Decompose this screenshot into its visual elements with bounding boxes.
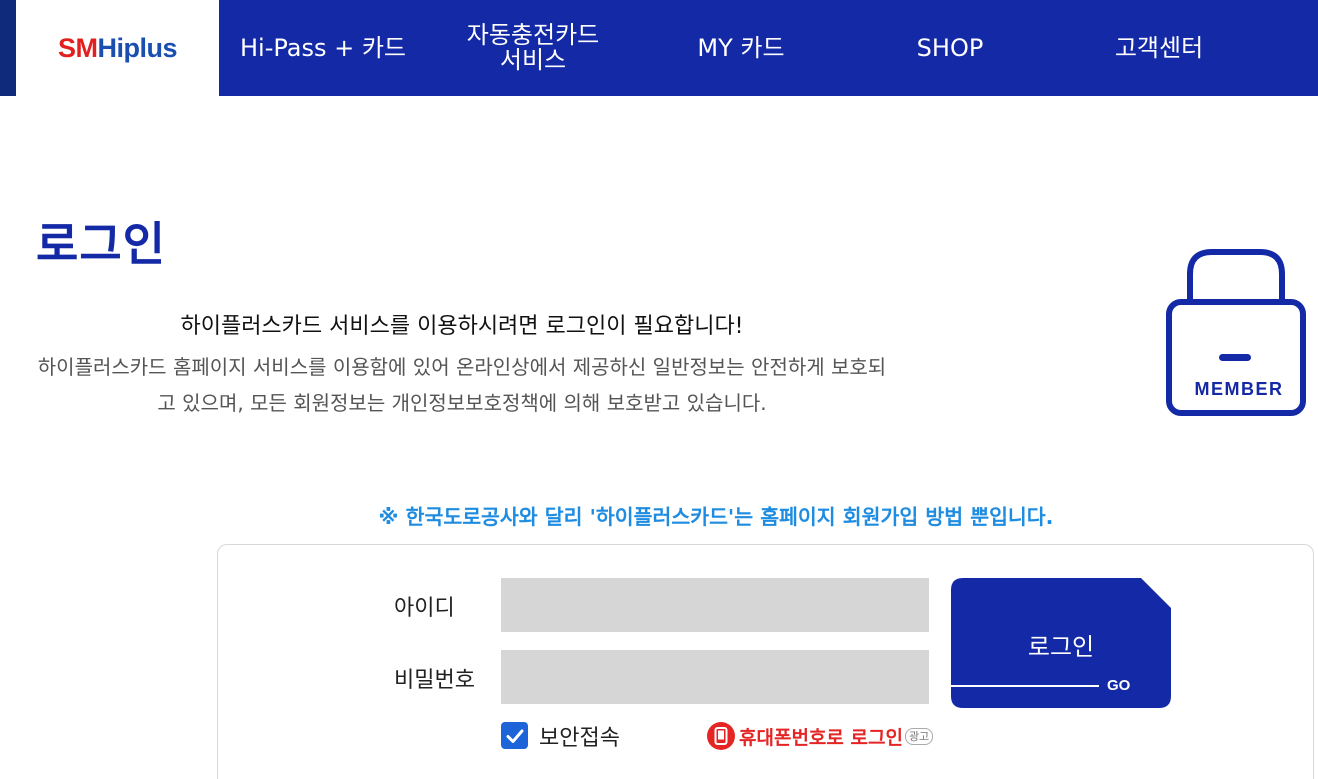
- login-button-label: 로그인: [1027, 633, 1095, 661]
- phone-login-label: 휴대폰번호로 로그인: [739, 726, 903, 749]
- mobile-phone-icon: [707, 722, 735, 750]
- secure-connection-checkbox[interactable]: [501, 722, 528, 749]
- nav-hipass-card[interactable]: Hi-Pass + 카드: [219, 0, 427, 96]
- nav-customer-center[interactable]: 고객센터: [1057, 0, 1261, 96]
- top-nav-bar: SMHiplus Hi-Pass + 카드 자동충전카드 서비스 MY 카드 SH…: [0, 0, 1318, 96]
- password-input[interactable]: [501, 650, 929, 704]
- password-label: 비밀번호: [394, 668, 475, 693]
- phone-number-login-link[interactable]: 휴대폰번호로 로그인 광고: [707, 721, 934, 751]
- smhiplus-logo: SMHiplus: [57, 32, 178, 63]
- nav-shop[interactable]: SHOP: [843, 0, 1057, 96]
- nav-auto-charge-card-service[interactable]: 자동충전카드 서비스: [427, 0, 639, 96]
- login-button[interactable]: 로그인 GO: [951, 578, 1171, 708]
- member-label: MEMBER: [1195, 379, 1284, 399]
- page-title: 로그인: [36, 217, 166, 271]
- nav-my-card[interactable]: MY 카드: [639, 0, 843, 96]
- intro-description: 하이플러스카드 홈페이지 서비스를 이용함에 있어 온라인상에서 제공하신 일반…: [37, 355, 887, 415]
- secure-connection-label: 보안접속: [539, 726, 620, 751]
- intro-heading: 하이플러스카드 서비스를 이용하시려면 로그인이 필요합니다!: [180, 314, 744, 339]
- ad-badge: 광고: [904, 727, 934, 745]
- id-input[interactable]: [501, 578, 929, 632]
- lock-icon: MEMBER: [1162, 246, 1310, 418]
- signup-notice: ※ 한국도로공사와 달리 '하이플러스카드'는 홈페이지 회원가입 방법 뿐입니…: [378, 505, 1054, 529]
- checkmark-icon: [506, 729, 523, 743]
- logo-link[interactable]: SMHiplus: [16, 0, 219, 96]
- header-edge: [0, 0, 16, 96]
- go-label: GO: [1107, 677, 1131, 694]
- id-label: 아이디: [394, 596, 455, 621]
